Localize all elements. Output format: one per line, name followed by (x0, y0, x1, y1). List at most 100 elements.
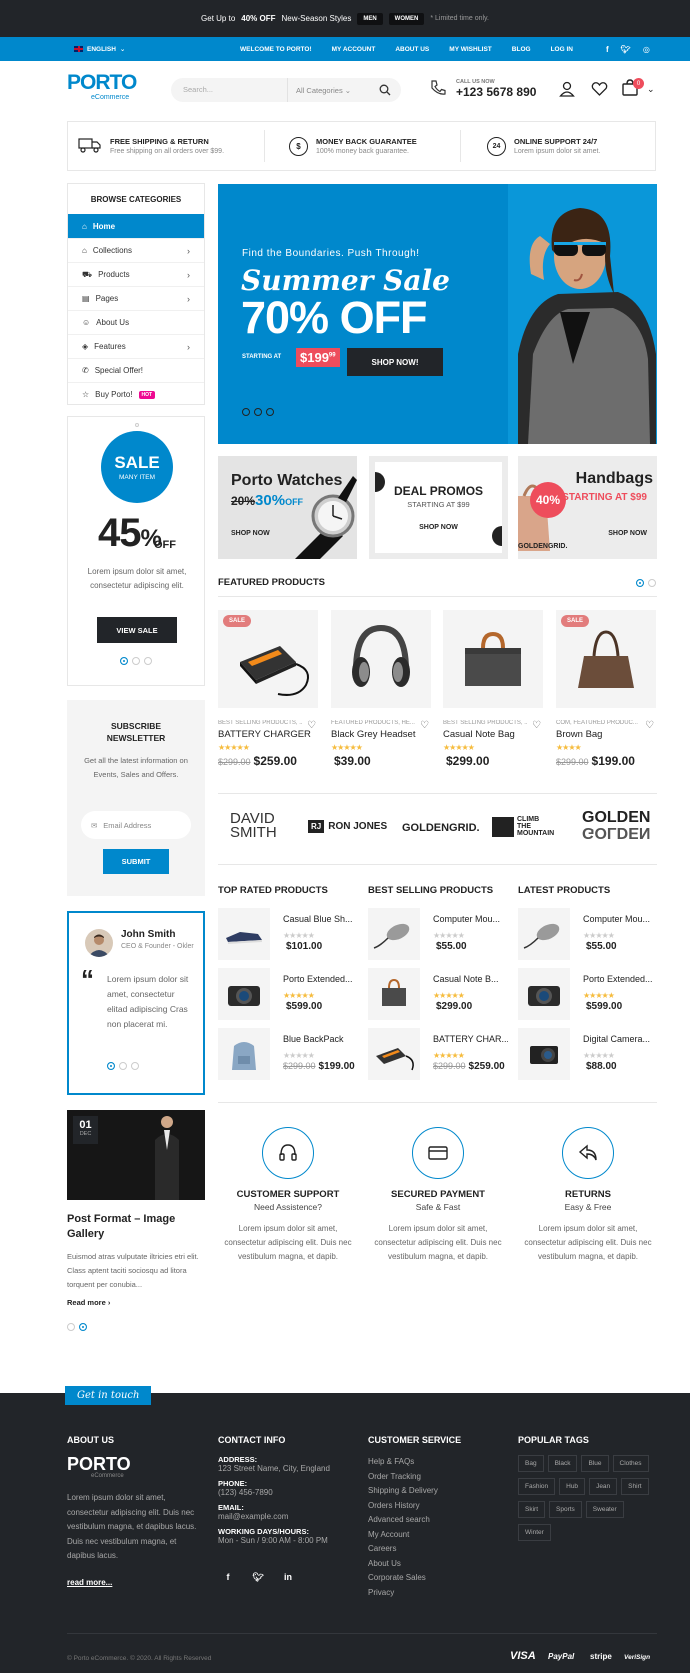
mini-product-name[interactable]: Casual Blue Sh... (283, 914, 358, 924)
product-image[interactable] (443, 610, 543, 708)
mini-product-image[interactable] (218, 908, 270, 960)
promo-shop-now[interactable]: SHOP NOW (231, 530, 270, 537)
login-link[interactable]: LOG IN (551, 46, 573, 53)
search-input[interactable]: Search... (183, 85, 213, 94)
women-button[interactable]: WOMEN (388, 12, 425, 25)
language-switcher[interactable]: ENGLISH ⌄ (74, 37, 125, 61)
twitter-icon[interactable]: 🐦︎ (248, 1567, 268, 1587)
mini-product-name[interactable]: Blue BackPack (283, 1034, 358, 1044)
my-wishlist-link[interactable]: MY WISHLIST (449, 46, 492, 53)
wishlist-heart-icon[interactable]: ♡ (645, 720, 654, 731)
carousel-dot[interactable] (242, 408, 250, 416)
product-image[interactable]: SALE (556, 610, 656, 708)
tag[interactable]: Clothes (612, 1455, 649, 1472)
footer-link[interactable]: Privacy (368, 1586, 503, 1601)
promo-shop-now[interactable]: SHOP NOW (375, 524, 502, 531)
category-select[interactable]: All Categories ⌄ (287, 78, 351, 102)
mini-product-name[interactable]: Computer Mou... (583, 914, 658, 924)
mini-product-image[interactable] (218, 1028, 270, 1080)
mini-product[interactable]: Blue BackPack ★★★★★ $299.00 $199.00 (218, 1028, 358, 1080)
product-card[interactable]: FEATURED PRODUCTS, HE... Black Grey Head… (331, 610, 431, 768)
product-category[interactable]: BEST SELLING PRODUCTS, ... (218, 720, 303, 726)
carousel-dot[interactable] (131, 1062, 139, 1070)
mini-product-image[interactable] (218, 968, 270, 1020)
cart-icon[interactable]: 0 (621, 78, 644, 99)
product-category[interactable]: COM, FEATURED PRODUC... (556, 720, 641, 726)
product-card[interactable]: SALE COM, FEATURED PRODUC... Brown Bag ★… (556, 610, 656, 768)
tag[interactable]: Sweater (585, 1501, 624, 1518)
carousel-dot[interactable] (132, 657, 140, 665)
category-collections[interactable]: ⌂ Collections › (68, 238, 204, 262)
mini-product[interactable]: Porto Extended... ★★★★★ $599.00 (218, 968, 358, 1020)
contact-value[interactable]: (123) 456-7890 (218, 1488, 353, 1497)
contact-value[interactable]: mail@example.com (218, 1512, 353, 1521)
mini-product-image[interactable] (518, 908, 570, 960)
brand-golden[interactable]: GOLDEN GOLDEN (582, 810, 650, 842)
shop-now-button[interactable]: SHOP NOW! (347, 348, 443, 376)
product-name[interactable]: Casual Note Bag (443, 729, 543, 740)
footer-link[interactable]: Help & FAQs (368, 1455, 503, 1470)
facebook-icon[interactable]: f (606, 45, 609, 54)
promo-watches[interactable]: Porto Watches 20%30%OFF SHOP NOW (218, 456, 357, 559)
product-image[interactable]: SALE (218, 610, 318, 708)
category-features[interactable]: ◈ Features › (68, 334, 204, 358)
mini-product-image[interactable] (518, 1028, 570, 1080)
mini-product[interactable]: Porto Extended... ★★★★★ $599.00 (518, 968, 658, 1020)
product-name[interactable]: Brown Bag (556, 729, 656, 740)
category-buy-porto[interactable]: ☆ Buy Porto! HOT (68, 382, 204, 406)
blog-link[interactable]: BLOG (512, 46, 531, 53)
instagram-icon[interactable]: ◎ (643, 45, 650, 54)
tag[interactable]: Sports (549, 1501, 582, 1518)
carousel-dot[interactable] (144, 657, 152, 665)
category-home[interactable]: ⌂ Home (68, 214, 204, 238)
brand-climb-mountain[interactable]: CLIMB THE MOUNTAIN (492, 816, 554, 837)
mini-product-name[interactable]: Computer Mou... (433, 914, 508, 924)
product-name[interactable]: Black Grey Headset (331, 729, 431, 740)
carousel-dot[interactable] (120, 657, 128, 665)
footer-link[interactable]: Advanced search (368, 1513, 503, 1528)
tag[interactable]: Fashion (518, 1478, 556, 1495)
mini-product-image[interactable] (368, 968, 420, 1020)
footer-link[interactable]: Corporate Sales (368, 1571, 503, 1586)
footer-link[interactable]: Orders History (368, 1499, 503, 1514)
carousel-dot[interactable] (266, 408, 274, 416)
my-account-link[interactable]: MY ACCOUNT (332, 46, 376, 53)
mini-product[interactable]: Casual Note B... ★★★★★ $299.00 (368, 968, 508, 1020)
footer-link[interactable]: Shipping & Delivery (368, 1484, 503, 1499)
product-image[interactable] (331, 610, 431, 708)
mini-product-image[interactable] (368, 908, 420, 960)
mini-product-image[interactable] (368, 1028, 420, 1080)
mini-product[interactable]: Computer Mou... ★★★★★ $55.00 (518, 908, 658, 960)
tag[interactable]: Winter (518, 1524, 551, 1541)
tag[interactable]: Blue (581, 1455, 609, 1472)
category-products[interactable]: ⛟ Products › (68, 262, 204, 286)
email-input[interactable]: ✉ Email Address (81, 811, 191, 839)
footer-link[interactable]: My Account (368, 1528, 503, 1543)
search-icon[interactable] (379, 84, 391, 98)
footer-logo[interactable]: PORTO (67, 1455, 202, 1473)
footer-link[interactable]: About Us (368, 1557, 503, 1572)
user-icon[interactable] (559, 81, 575, 99)
mini-product-name[interactable]: BATTERY CHAR... (433, 1034, 508, 1044)
product-category[interactable]: FEATURED PRODUCTS, HE... (331, 720, 416, 726)
promo-shop-now[interactable]: SHOP NOW (608, 530, 647, 537)
tag[interactable]: Shirt (621, 1478, 649, 1495)
mini-product-name[interactable]: Digital Camera... (583, 1034, 658, 1044)
wishlist-heart-icon[interactable]: ♡ (532, 720, 541, 731)
twitter-icon[interactable]: 🐦︎ (621, 45, 631, 54)
submit-button[interactable]: SUBMIT (103, 849, 169, 874)
phone-number[interactable]: +123 5678 890 (456, 85, 536, 99)
carousel-dot[interactable] (636, 579, 644, 587)
carousel-dot[interactable] (119, 1062, 127, 1070)
carousel-dot[interactable] (107, 1062, 115, 1070)
mini-product-name[interactable]: Porto Extended... (283, 974, 358, 984)
product-name[interactable]: BATTERY CHARGER (218, 729, 318, 740)
linkedin-icon[interactable]: in (278, 1567, 298, 1587)
carousel-dot[interactable] (79, 1323, 87, 1331)
brand-david-smith[interactable]: DAVID SMITH (230, 811, 277, 840)
view-sale-button[interactable]: VIEW SALE (97, 617, 177, 643)
category-about-us[interactable]: ☺ About Us (68, 310, 204, 334)
carousel-dot[interactable] (67, 1323, 75, 1331)
read-more-link[interactable]: Read more › (67, 1298, 205, 1307)
porto-logo[interactable]: PORTO eCommerce (67, 72, 147, 108)
